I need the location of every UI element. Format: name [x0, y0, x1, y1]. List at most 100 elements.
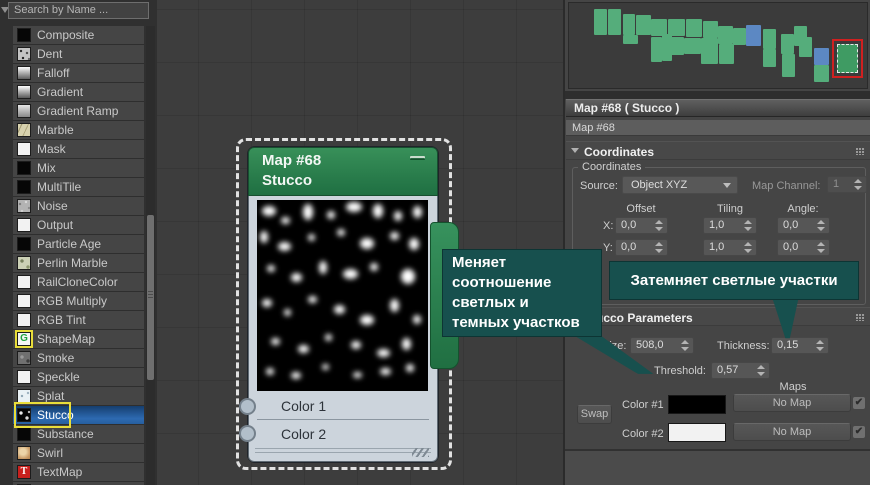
sidebar-item-composite[interactable]: Composite: [13, 26, 144, 45]
sidebar-item-label: RGB Multiply: [37, 294, 108, 308]
sidebar-item-label: Noise: [37, 199, 68, 213]
sidebar-item-label: Speckle: [37, 370, 80, 384]
tiling-x-spinner[interactable]: 1,0: [703, 217, 757, 234]
stucco-parameters-rollout-header[interactable]: Stucco Parameters: [566, 307, 870, 326]
spinner-arrows-icon[interactable]: [655, 241, 664, 254]
sidebar-item-label: RailCloneColor: [37, 275, 118, 289]
sidebar-item-gradient[interactable]: Gradient: [13, 83, 144, 102]
chevron-down-icon: [723, 183, 731, 188]
node-header[interactable]: Map #68 Stucco: [248, 147, 438, 196]
offset-x-spinner[interactable]: 0,0: [615, 217, 668, 234]
sidebar-item-textmap[interactable]: T TextMap: [13, 463, 144, 482]
angle-y-spinner[interactable]: 0,0: [777, 239, 830, 256]
source-dropdown[interactable]: Object XYZ: [622, 176, 738, 194]
sidebar-item-output[interactable]: Output: [13, 216, 144, 235]
spinner-arrows-icon[interactable]: [817, 219, 826, 232]
marble-thumbnail-icon: [17, 123, 31, 137]
sidebar-item-gradient-ramp[interactable]: Gradient Ramp: [13, 102, 144, 121]
navigator-view-rect[interactable]: [832, 39, 863, 78]
color2-map-button[interactable]: No Map: [733, 423, 851, 441]
color2-input-socket[interactable]: [239, 425, 256, 442]
sidebar-item-mix[interactable]: Mix: [13, 159, 144, 178]
stucco-blob: [298, 345, 310, 354]
white-thumbnail-icon: [17, 275, 31, 289]
color1-input-socket[interactable]: [239, 398, 256, 415]
angle-x-spinner[interactable]: 0,0: [777, 217, 830, 234]
sidebar-item-label: MultiTile: [37, 180, 82, 194]
sidebar-item-label: ShapeMap: [37, 332, 96, 346]
navigator-node: [782, 54, 795, 77]
sidebar-item-multitile[interactable]: MultiTile: [13, 178, 144, 197]
panel-empty-area: [565, 451, 870, 485]
color1-map-checkbox[interactable]: ✔: [853, 397, 865, 409]
white-thumbnail-icon: [17, 370, 31, 384]
stucco-blob: [380, 368, 392, 376]
sidebar-item-mask[interactable]: Mask: [13, 140, 144, 159]
textmap-thumbnail-icon: T: [17, 465, 31, 479]
sidebar-item-label: Dent: [37, 47, 63, 61]
navigator-node: [651, 37, 662, 62]
sidebar-item-noise[interactable]: Noise: [13, 197, 144, 216]
coordinates-rollout-header[interactable]: Coordinates: [566, 141, 870, 160]
thickness-spinner[interactable]: 0,15: [771, 337, 829, 354]
threshold-spinner[interactable]: 0,57: [711, 362, 770, 379]
color1-swatch[interactable]: [668, 395, 726, 414]
spinner-arrows-icon[interactable]: [655, 219, 664, 232]
spinner-value: 1,0: [709, 241, 725, 253]
spinner-arrows-icon[interactable]: [744, 241, 753, 254]
spinner-arrows-icon[interactable]: [817, 241, 826, 254]
stucco-map-node[interactable]: Map #68 Stucco Color 1 Color 2: [248, 147, 438, 462]
navigator-minimap[interactable]: [568, 2, 868, 89]
rollout-grip-icon[interactable]: [856, 148, 865, 155]
stucco-blob: [325, 333, 333, 341]
tiling-y-spinner[interactable]: 1,0: [703, 239, 757, 256]
black-thumbnail-icon: [17, 237, 31, 251]
sidebar-item-rgb-multiply[interactable]: RGB Multiply: [13, 292, 144, 311]
white-thumbnail-icon: [17, 294, 31, 308]
color2-map-checkbox[interactable]: ✔: [853, 426, 865, 438]
swap-button[interactable]: Swap: [577, 405, 612, 424]
spinner-arrows-icon[interactable]: [816, 339, 825, 352]
spinner-arrows-icon[interactable]: [744, 219, 753, 232]
sidebar-item-label: Swirl: [37, 446, 63, 460]
sidebar-item-falloff[interactable]: Falloff: [13, 64, 144, 83]
sidebar-item-dent[interactable]: Dent: [13, 45, 144, 64]
panel-divider: [565, 91, 870, 99]
spinner-arrows-icon[interactable]: [757, 364, 766, 377]
color2-slot[interactable]: Color 2: [249, 420, 437, 447]
stucco-blob: [262, 299, 273, 308]
color1-slot[interactable]: Color 1: [249, 392, 437, 419]
map-name-input[interactable]: Map #68: [566, 120, 870, 136]
minimize-icon[interactable]: [410, 156, 425, 160]
sidebar-item-shapemap[interactable]: G ShapeMap: [13, 330, 144, 349]
sidebar-item-label: Mix: [37, 161, 56, 175]
sidebar-item-smoke[interactable]: Smoke: [13, 349, 144, 368]
sidebar-item-splat[interactable]: Splat: [13, 387, 144, 406]
sidebar-item-rgb-tint[interactable]: RGB Tint: [13, 311, 144, 330]
sidebar-item-railclonecolor[interactable]: RailCloneColor: [13, 273, 144, 292]
sidebar-scrollbar[interactable]: [146, 26, 155, 485]
search-input[interactable]: Search by Name ...: [8, 2, 149, 19]
sidebar-item-label: Substance: [37, 427, 94, 441]
spinner-arrows-icon[interactable]: [854, 178, 863, 191]
size-spinner[interactable]: 508,0: [630, 337, 694, 354]
map-channel-spinner[interactable]: 1: [827, 176, 867, 193]
sidebar-item-swirl[interactable]: Swirl: [13, 444, 144, 463]
offset-y-spinner[interactable]: 0,0: [615, 239, 668, 256]
sidebar-item-speckle[interactable]: Speckle: [13, 368, 144, 387]
rollout-grip-icon[interactable]: [856, 314, 865, 321]
sidebar-item-substance[interactable]: Substance: [13, 425, 144, 444]
color2-swatch[interactable]: [668, 423, 726, 442]
sidebar-item-stucco[interactable]: Stucco: [13, 406, 144, 425]
stucco-blob: [333, 305, 345, 315]
sidebar-item-marble[interactable]: Marble: [13, 121, 144, 140]
spinner-value: 0,0: [621, 241, 637, 253]
callout-text: Затемняет светлые участки: [630, 272, 838, 289]
sidebar-item-perlin-marble[interactable]: Perlin Marble: [13, 254, 144, 273]
spinner-arrows-icon[interactable]: [681, 339, 690, 352]
color1-map-button[interactable]: No Map: [733, 394, 851, 412]
navigator-node: [733, 28, 746, 45]
sidebar-item-particle-age[interactable]: Particle Age: [13, 235, 144, 254]
scrollbar-thumb[interactable]: [147, 215, 154, 380]
node-resize-grip[interactable]: [412, 448, 429, 457]
